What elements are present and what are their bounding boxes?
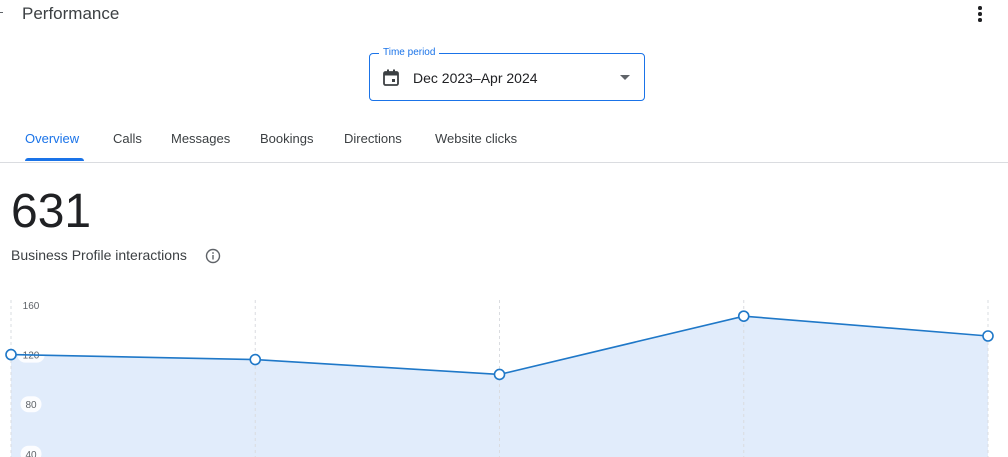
calendar-icon	[383, 69, 399, 86]
tab-messages[interactable]: Messages	[171, 131, 230, 146]
chart-y-tick-label: 80	[25, 400, 37, 411]
chart-data-point	[249, 353, 262, 366]
time-period-select[interactable]: Time period Dec 2023–Apr 2024	[369, 47, 645, 101]
chart-data-point	[5, 348, 17, 361]
more-vert-icon[interactable]	[972, 3, 988, 25]
tab-website-clicks[interactable]: Website clicks	[435, 131, 517, 146]
info-icon[interactable]	[205, 248, 221, 264]
tab-bar: Overview Calls Messages Bookings Directi…	[0, 118, 1008, 163]
chart-y-tick-label: 160	[23, 301, 40, 312]
chart-y-tick-label: 120	[23, 351, 40, 362]
chart-data-point	[493, 368, 506, 381]
chart-y-tick-label: 40	[25, 450, 37, 457]
active-tab-indicator	[25, 158, 84, 161]
interactions-label: Business Profile interactions	[11, 247, 187, 263]
header: Performance	[0, 0, 1008, 30]
back-arrow-icon[interactable]	[0, 12, 3, 13]
tab-directions[interactable]: Directions	[344, 131, 402, 146]
interactions-chart: 160 120 80 40	[5, 297, 994, 457]
tab-overview[interactable]: Overview	[25, 131, 79, 146]
chart-data-point	[982, 330, 994, 342]
tab-calls[interactable]: Calls	[113, 131, 142, 146]
time-period-label: Time period	[379, 47, 440, 59]
time-period-value: Dec 2023–Apr 2024	[413, 70, 538, 86]
interactions-total: 631	[11, 185, 92, 238]
page-title: Performance	[22, 4, 120, 23]
chevron-down-icon	[620, 75, 630, 80]
tab-bookings[interactable]: Bookings	[260, 131, 313, 146]
chart-data-point	[737, 310, 750, 322]
